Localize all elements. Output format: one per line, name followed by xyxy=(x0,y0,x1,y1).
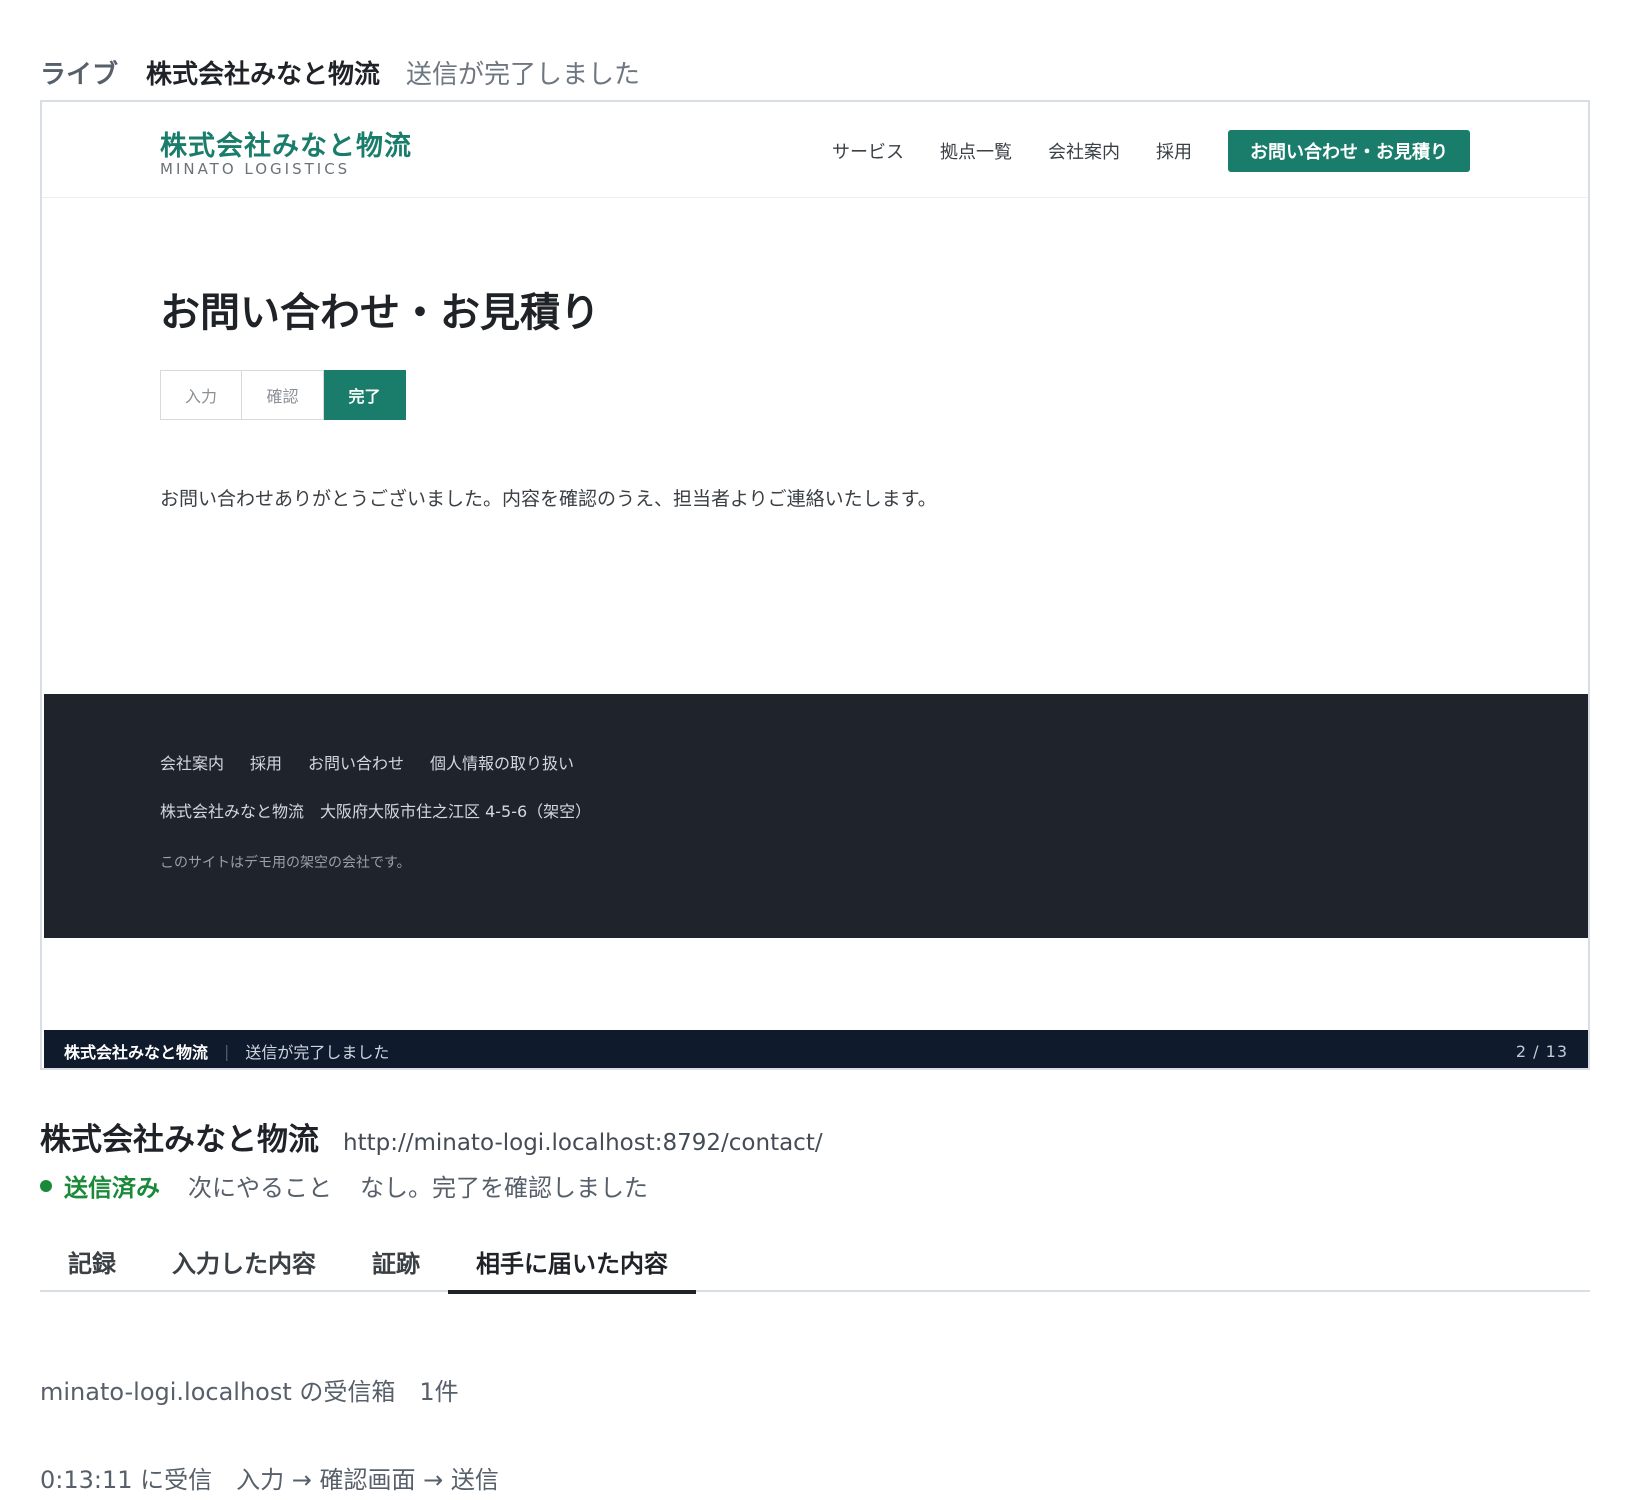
detail-title-row: 株式会社みなと物流 http://minato-logi.localhost:8… xyxy=(40,1114,823,1159)
preview-caption-bar: 株式会社みなと物流 | 送信が完了しました 2 / 13 xyxy=(44,1030,1588,1068)
live-status-text: 送信が完了しました xyxy=(406,59,641,90)
nav-item-company[interactable]: 会社案内 xyxy=(1048,138,1120,164)
detail-company-name: 株式会社みなと物流 xyxy=(40,1122,319,1158)
next-action-label: 次にやること xyxy=(188,1174,332,1202)
detail-state-row: 送信済み 次にやること なし。完了を確認しました xyxy=(40,1168,648,1203)
live-label: ライブ xyxy=(40,59,119,90)
footer-note: このサイトはデモ用の架空の会社です。 xyxy=(160,855,411,871)
nav-item-recruit[interactable]: 採用 xyxy=(1156,138,1192,164)
received-summary: 0:13:11 に受信 入力 → 確認画面 → 送信 xyxy=(40,1466,499,1494)
tab-input-content[interactable]: 入力した内容 xyxy=(144,1230,344,1292)
live-site-name: 株式会社みなと物流 xyxy=(146,59,381,90)
detail-url[interactable]: http://minato-logi.localhost:8792/contac… xyxy=(343,1130,823,1156)
contact-cta-button[interactable]: お問い合わせ・お見積り xyxy=(1228,130,1470,172)
inbox-summary: minato-logi.localhost の受信箱 1件 xyxy=(40,1378,459,1406)
site-header: 株式会社みなと物流 MINATO LOGISTICS サービス 拠点一覧 会社案… xyxy=(42,102,1588,198)
nav-item-services[interactable]: サービス xyxy=(832,138,904,164)
caption-status: 送信が完了しました xyxy=(245,1043,390,1062)
site-nav: サービス 拠点一覧 会社案内 採用 お問い合わせ・お見積り xyxy=(796,130,1470,172)
footer-address: 株式会社みなと物流 大阪府大阪市住之江区 4-5-6（架空） xyxy=(160,802,592,821)
site-logo[interactable]: 株式会社みなと物流 xyxy=(160,124,412,163)
tab-received-content[interactable]: 相手に届いた内容 xyxy=(448,1230,696,1294)
nav-item-locations[interactable]: 拠点一覧 xyxy=(940,138,1012,164)
next-action-value: なし。完了を確認しました xyxy=(360,1174,648,1202)
live-status-line: ライブ 株式会社みなと物流 送信が完了しました xyxy=(40,52,640,92)
detail-tabs: 記録 入力した内容 証跡 相手に届いた内容 xyxy=(40,1230,1590,1294)
site-footer: 会社案内 採用 お問い合わせ 個人情報の取り扱い 株式会社みなと物流 大阪府大阪… xyxy=(44,694,1588,938)
tab-evidence[interactable]: 証跡 xyxy=(344,1230,448,1292)
caption-site-name: 株式会社みなと物流 xyxy=(64,1043,209,1062)
footer-link-recruit[interactable]: 採用 xyxy=(250,750,282,774)
caption-page-counter: 2 / 13 xyxy=(1515,1041,1568,1061)
tab-log[interactable]: 記録 xyxy=(40,1230,144,1292)
step-input: 入力 xyxy=(160,370,242,420)
site-preview-frame: 株式会社みなと物流 MINATO LOGISTICS サービス 拠点一覧 会社案… xyxy=(40,100,1590,1070)
footer-link-contact[interactable]: お問い合わせ xyxy=(308,750,404,774)
status-dot-icon xyxy=(40,1179,52,1192)
footer-link-company[interactable]: 会社案内 xyxy=(160,750,224,774)
page-title: お問い合わせ・お見積り xyxy=(160,290,600,336)
footer-link-privacy[interactable]: 個人情報の取り扱い xyxy=(430,750,574,774)
footer-links: 会社案内 採用 お問い合わせ 個人情報の取り扱い xyxy=(160,750,600,774)
form-steps: 入力 確認 完了 xyxy=(160,370,406,420)
status-badge: 送信済み xyxy=(64,1174,160,1202)
site-logo-subtitle: MINATO LOGISTICS xyxy=(160,160,351,178)
step-complete: 完了 xyxy=(324,370,406,420)
completion-message: お問い合わせありがとうございました。内容を確認のうえ、担当者よりご連絡いたします… xyxy=(160,488,937,510)
caption-divider: | xyxy=(224,1041,230,1061)
step-confirm: 確認 xyxy=(242,370,324,420)
